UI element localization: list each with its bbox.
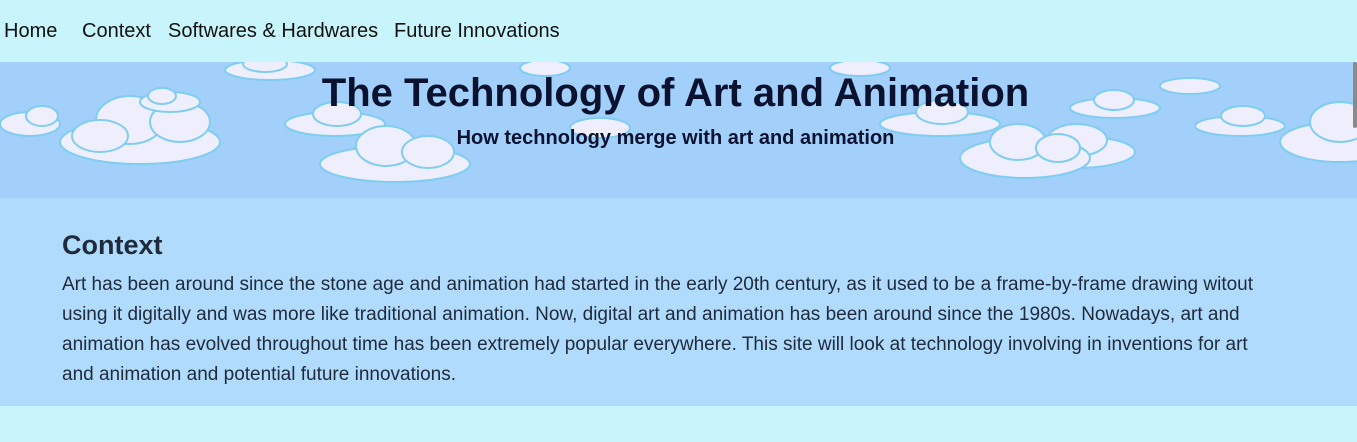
nav-item-softwares-hardwares[interactable]: Softwares & Hardwares <box>168 19 378 43</box>
context-section: Context Art has been around since the st… <box>0 198 1357 406</box>
hero-banner: The Technology of Art and Animation How … <box>0 62 1357 198</box>
section-body: Art has been around since the stone age … <box>62 274 1254 385</box>
nav-item-context[interactable]: Context <box>82 19 151 43</box>
vertical-scrollbar[interactable] <box>1353 62 1357 128</box>
section-title: Context <box>62 230 163 260</box>
nav-item-home[interactable]: Home <box>4 19 57 43</box>
page-title: The Technology of Art and Animation <box>321 71 1030 115</box>
page-subtitle: How technology merge with art and animat… <box>456 127 895 149</box>
nav-item-future-innovations[interactable]: Future Innovations <box>394 19 560 43</box>
top-navbar: Home Context Softwares & Hardwares Futur… <box>0 0 1357 62</box>
